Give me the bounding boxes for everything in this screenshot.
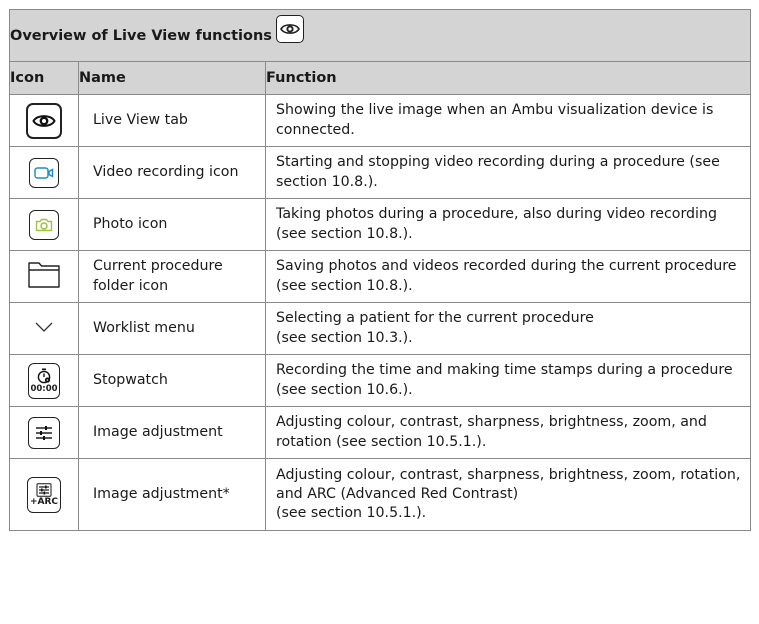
folder-icon [28,261,60,292]
icon-cell: 00:00 [9,354,79,407]
name-cell: Image adjustment [78,406,266,459]
icon-cell [9,198,79,251]
function-cell: Taking photos during a procedure, also d… [264,198,752,251]
table-row: Video recording icon Starting and stoppi… [9,146,752,199]
sliders-arc-icon: +ARC [27,476,61,513]
stopwatch-icon: 00:00 [28,362,60,399]
table-title: Overview of Live View functions [10,27,272,44]
name-cell: Photo icon [78,198,266,251]
chevron-down-icon [34,321,54,337]
name-cell: Video recording icon [78,146,266,199]
table-row: 00:00 Stopwatch Recording the time and m… [9,354,752,407]
function-cell: Showing the live image when an Ambu visu… [264,94,752,147]
header-name: Name [78,61,266,95]
function-cell: Adjusting colour, contrast, sharpness, b… [264,458,752,531]
function-line: Selecting a patient for the current proc… [276,310,594,327]
function-line: Adjusting colour, contrast, sharpness, b… [276,466,741,502]
table-header-row: Icon Name Function [9,61,752,95]
header-function: Function [264,61,752,95]
icon-cell [9,146,79,199]
table-row: +ARC Image adjustment* Adjusting colour,… [9,458,752,531]
function-cell: Starting and stopping video recording du… [264,146,752,199]
table-row: Photo icon Taking photos during a proced… [9,198,752,251]
function-cell: Recording the time and making time stamp… [264,354,752,407]
name-cell: Image adjustment* [78,458,266,531]
name-cell: Live View tab [78,94,266,147]
icon-cell: +ARC [9,458,79,531]
eye-icon [275,14,304,43]
function-cell: Selecting a patient for the current proc… [264,302,752,355]
icon-cell [9,94,79,147]
eye-icon [26,102,62,139]
table-row: Worklist menu Selecting a patient for th… [9,302,752,355]
name-cell: Stopwatch [78,354,266,407]
live-view-functions-table: Overview of Live View functions Icon Nam… [8,9,752,531]
name-cell: Current procedure folder icon [78,250,266,303]
sliders-icon [28,416,60,449]
arc-label: +ARC [29,496,59,507]
header-icon: Icon [9,61,79,95]
icon-cell [9,302,79,355]
name-cell: Worklist menu [78,302,266,355]
table-title-row: Overview of Live View functions [8,9,752,62]
icon-cell [9,250,79,303]
table-title-cell: Overview of Live View functions [8,9,752,62]
stopwatch-time: 00:00 [30,383,58,394]
photo-camera-icon [29,209,59,240]
icon-cell [9,406,79,459]
function-cell: Saving photos and videos recorded during… [264,250,752,303]
table-row: Image adjustment Adjusting colour, contr… [9,406,752,459]
table-row: Live View tab Showing the live image whe… [9,94,752,147]
table-row: Current procedure folder icon Saving pho… [9,250,752,303]
function-line: (see section 10.3.). [276,329,413,346]
function-cell: Adjusting colour, contrast, sharpness, b… [264,406,752,459]
function-line: (see section 10.5.1.). [276,505,427,522]
video-camera-icon [29,157,59,188]
